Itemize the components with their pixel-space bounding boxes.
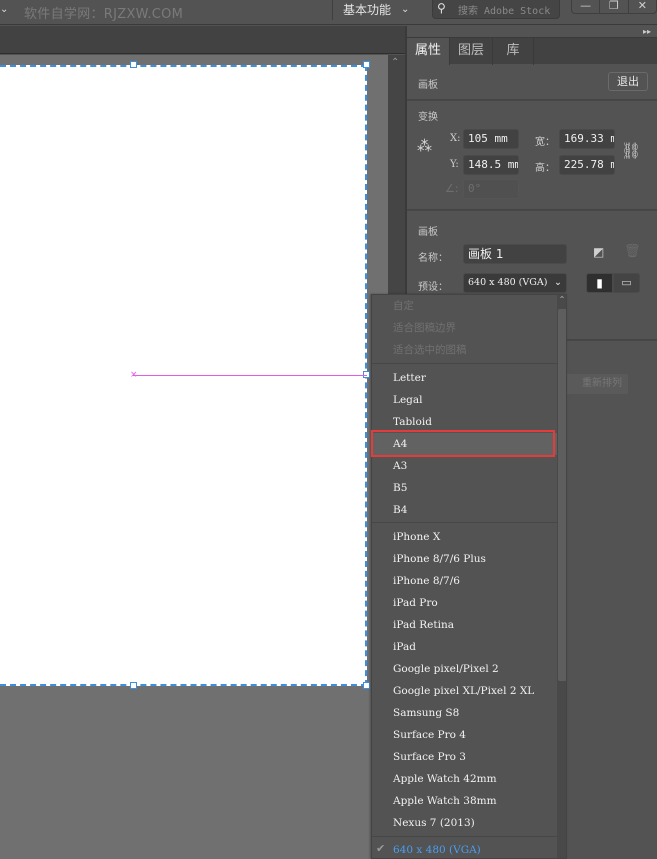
divider [407,99,657,101]
divider [407,209,657,211]
width-input[interactable]: 169.33 m [559,129,615,149]
search-icon: ⚲ [437,1,446,15]
new-artboard-icon[interactable]: ◩ [593,245,604,259]
dropdown-separator [372,363,558,364]
width-label: 宽： [535,137,555,148]
rotate-angle-icon: ∠: [445,182,459,195]
dropdown-item[interactable]: iPhone X [372,526,558,548]
divider [332,0,333,20]
annotation-highlight-box [371,430,555,457]
scrollbar-thumb[interactable] [558,309,566,681]
search-placeholder: 搜索 Adobe Stock [458,6,551,17]
artboard-header-title: 画板 [418,80,438,91]
landscape-orientation-button[interactable]: ▭ [613,273,640,293]
chevron-down-icon: ⌄ [554,277,562,288]
dropdown-item-selected[interactable]: 640 x 480 (VGA) [372,839,558,858]
dropdown-item: 适合选中的图稿 [393,344,467,356]
dropdown-separator [372,836,558,837]
delete-artboard-icon: 🗑 [624,244,641,259]
selection-handle[interactable] [363,682,370,689]
height-label: 高： [535,163,555,174]
dropdown-item[interactable]: iPad Retina [372,614,558,636]
rearrange-button: 重新排列 [562,374,628,394]
exit-artboard-button[interactable]: 退出 [608,72,648,91]
minimize-button[interactable]: — [572,0,601,13]
dropdown-item[interactable]: Nexus 7 (2013) [372,812,558,834]
scroll-up-icon[interactable]: ⌃ [557,295,566,304]
control-bar [0,26,405,54]
x-label: X: [450,133,461,144]
dropdown-item[interactable]: iPhone 8/7/6 Plus [372,548,558,570]
artboard-name-input[interactable]: 画板 1 [463,244,567,264]
dropdown-item[interactable]: B5 [372,477,558,499]
preset-dropdown-list: 自定 适合图稿边界 适合选中的图稿 Letter Legal Tabloid A… [371,294,567,859]
chevron-down-icon[interactable]: ⌄ [0,4,8,15]
stock-search-input[interactable]: ⚲ 搜索 Adobe Stock [432,0,560,19]
selection-handle[interactable] [130,61,137,68]
dropdown-item[interactable]: Google pixel/Pixel 2 [372,658,558,680]
dropdown-item[interactable]: Apple Watch 38mm [372,790,558,812]
workspace-switcher[interactable]: 基本功能 [343,1,391,18]
dropdown-scrollbar[interactable]: ⌃ [557,295,566,858]
collapse-panel-icon[interactable]: ▸▸ [643,27,651,36]
selection-handle[interactable] [130,682,137,689]
transform-title: 变换 [418,112,438,123]
dropdown-item[interactable]: Surface Pro 3 [372,746,558,768]
preset-select[interactable]: 640 x 480 (VGA) ⌄ [463,273,567,293]
dropdown-item[interactable]: Legal [372,389,558,411]
constrain-proportions-link-icon[interactable]: ⛓ [621,141,641,160]
rotation-angle-input: 0° [463,179,519,199]
restore-button[interactable]: ❐ [600,0,629,13]
scroll-up-icon[interactable]: ⌃ [391,57,399,68]
y-position-input[interactable]: 148.5 mm [463,155,519,175]
preset-select-value: 640 x 480 (VGA) [468,277,548,288]
dropdown-item[interactable]: Google pixel XL/Pixel 2 XL [372,680,558,702]
reference-point-icon[interactable]: ⁂ [417,139,432,154]
dropdown-item[interactable]: Surface Pro 4 [372,724,558,746]
dropdown-item[interactable]: Letter [372,367,558,389]
dropdown-item[interactable]: iPhone 8/7/6 [372,570,558,592]
smart-guide-line [133,375,367,376]
dropdown-item[interactable]: Apple Watch 42mm [372,768,558,790]
dropdown-item[interactable]: Samsung S8 [372,702,558,724]
portrait-orientation-button[interactable]: ▮ [586,273,613,293]
x-position-input[interactable]: 105 mm [463,129,519,149]
tab-libraries[interactable]: 库 [493,38,534,65]
y-label: Y: [450,159,459,170]
guide-anchor-icon: × [130,370,138,380]
window-controls: — ❐ ✕ [571,0,657,14]
dropdown-item: 适合图稿边界 [393,322,456,334]
dropdown-separator [372,522,558,523]
application-bar: ⌄ 软件自学网：RJZXW.COM 基本功能 ⌄ ⚲ 搜索 Adobe Stoc… [0,0,657,25]
chevron-down-icon[interactable]: ⌄ [401,4,409,15]
artboard-name-label: 名称： [418,253,448,264]
selection-handle[interactable] [363,61,370,68]
close-button[interactable]: ✕ [629,0,656,13]
height-input[interactable]: 225.78 m [559,155,615,175]
preset-label: 预设： [418,282,448,293]
rotation-angle-value: 0° [468,182,482,195]
dropdown-item[interactable]: A3 [372,455,558,477]
dropdown-item[interactable]: iPad [372,636,558,658]
artboard-title: 画板 [418,227,438,238]
tab-layers[interactable]: 图层 [450,38,493,65]
dropdown-item[interactable]: iPad Pro [372,592,558,614]
watermark-text: 软件自学网：RJZXW.COM [24,7,184,22]
dropdown-item[interactable]: B4 [372,499,558,521]
tab-properties[interactable]: 属性 [407,38,450,65]
panel-tabs: 属性 图层 库 [407,37,657,65]
dropdown-item: 自定 [393,300,414,312]
